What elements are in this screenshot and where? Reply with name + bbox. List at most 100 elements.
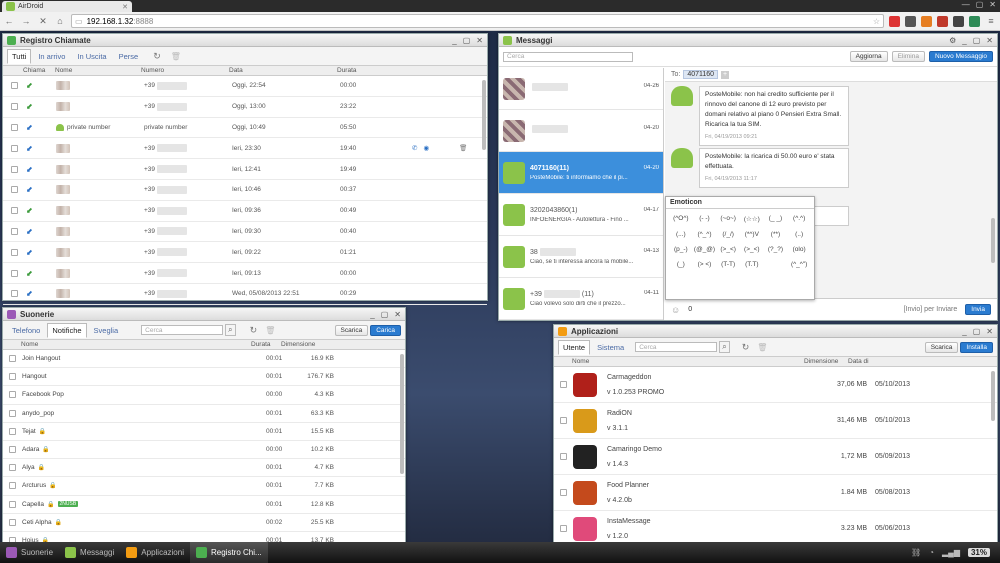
col-nome[interactable]: Nome: [53, 67, 141, 74]
row-checkbox[interactable]: [11, 290, 18, 298]
emoticon-item[interactable]: (*^)V: [740, 231, 764, 238]
row-checkbox[interactable]: [9, 355, 16, 363]
row-checkbox[interactable]: [560, 381, 567, 388]
call-back-icon[interactable]: ✆: [412, 144, 417, 152]
table-row[interactable]: ⬋ +39 Ieri, 23:30 19:40 ✆ ◉ 🗑: [3, 138, 487, 160]
maximize-icon[interactable]: ▢: [976, 0, 984, 12]
table-row[interactable]: ⬋ private number private number Oggi, 10:49…: [3, 118, 487, 139]
row-checkbox[interactable]: [11, 227, 18, 235]
tab-in-uscita[interactable]: In Uscita: [72, 49, 111, 64]
row-checkbox[interactable]: [11, 186, 18, 194]
row-checkbox[interactable]: [11, 144, 18, 152]
close-tab-icon[interactable]: ✕: [122, 3, 128, 11]
elimina-button[interactable]: Elimina: [891, 51, 925, 62]
table-row[interactable]: ⬋ +39 Wed, 05/08/2013 22:51 00:29: [3, 284, 487, 305]
apps-search-input[interactable]: Cerca: [635, 342, 718, 352]
emoticon-item[interactable]: (^_^): [693, 231, 717, 238]
col-numero[interactable]: Numero: [141, 67, 229, 74]
row-checkbox[interactable]: [560, 489, 567, 496]
ringtones-scrollbar[interactable]: [400, 354, 404, 474]
search-icon[interactable]: ⌕: [225, 324, 236, 336]
emoticon-item[interactable]: (_): [669, 261, 693, 268]
row-checkbox[interactable]: [9, 391, 16, 399]
minimize-icon[interactable]: —: [962, 0, 970, 12]
maximize-icon[interactable]: ▢: [463, 36, 471, 45]
table-row[interactable]: ⬋ +39 Ieri, 09:30 00:40: [3, 222, 487, 243]
taskbar-applicazioni[interactable]: Applicazioni: [120, 542, 190, 563]
col-nome[interactable]: Nome: [554, 358, 804, 365]
minimize-icon[interactable]: _: [962, 327, 966, 336]
refresh-icon[interactable]: ↻: [742, 342, 750, 353]
message-bubble[interactable]: PosteMobile: la ricarica di 50.00 euro e…: [699, 148, 849, 188]
extension-icon[interactable]: [905, 15, 916, 27]
gmail-extension-icon[interactable]: [889, 15, 900, 27]
install-button[interactable]: Installa: [960, 341, 993, 353]
list-item[interactable]: Facebook Pop 00:00 4.3 KB: [3, 386, 405, 405]
col-durata[interactable]: Durata: [337, 67, 357, 74]
thread-item[interactable]: 04-20: [499, 110, 663, 152]
emoticon-item[interactable]: (☆☆): [740, 215, 764, 223]
emoticon-icon[interactable]: ☺: [671, 305, 680, 315]
row-checkbox[interactable]: [9, 500, 16, 508]
extension-icon[interactable]: [937, 15, 948, 27]
emoticon-item[interactable]: (/_/): [716, 231, 740, 238]
search-icon[interactable]: ⌕: [719, 341, 730, 353]
list-item[interactable]: Ceti Alpha 🔒 00:02 25.5 KB: [3, 514, 405, 532]
row-checkbox[interactable]: [11, 248, 18, 256]
forward-icon[interactable]: →: [20, 15, 32, 27]
maximize-icon[interactable]: ▢: [381, 310, 389, 319]
trash-icon[interactable]: 🗑: [171, 52, 181, 61]
emoticon-item[interactable]: (^_^"): [787, 261, 811, 268]
row-checkbox[interactable]: [9, 518, 16, 526]
row-checkbox[interactable]: [9, 446, 16, 454]
emoticon-item[interactable]: (^O^): [669, 215, 693, 223]
list-item[interactable]: Join Hangout 00:01 16.9 KB: [3, 350, 405, 369]
close-icon[interactable]: ✕: [986, 327, 993, 336]
emoticon-item[interactable]: (p_-): [669, 246, 693, 253]
emoticon-item[interactable]: (>_<): [740, 246, 764, 253]
table-row[interactable]: ⬋ +39 Ieri, 10:46 00:37: [3, 180, 487, 201]
emoticon-item[interactable]: (T-T): [716, 261, 740, 268]
new-message-button[interactable]: Nuovo Messaggio: [928, 51, 993, 62]
list-item[interactable]: Alya 🔒 00:01 4.7 KB: [3, 459, 405, 478]
emoticon-item[interactable]: (- -): [693, 215, 717, 223]
close-icon[interactable]: ✕: [986, 36, 993, 45]
col-data[interactable]: Data: [229, 67, 337, 74]
minimize-icon[interactable]: _: [370, 310, 374, 319]
row-checkbox[interactable]: [11, 269, 18, 277]
apps-scrollbar[interactable]: [991, 371, 995, 421]
row-checkbox[interactable]: [560, 453, 567, 460]
col-dimensione[interactable]: Dimensione: [804, 358, 848, 365]
table-row[interactable]: Carmageddon v 1.0.253 PROMO 37,06 MB 05/10/…: [554, 367, 997, 403]
list-item[interactable]: anydo_pop 00:01 63.3 KB: [3, 405, 405, 423]
close-icon[interactable]: ✕: [394, 310, 401, 319]
row-checkbox[interactable]: [9, 373, 16, 381]
table-row[interactable]: ⬋ +39 Oggi, 13:00 23:22: [3, 97, 487, 118]
emoticon-item[interactable]: (?_?): [764, 246, 788, 253]
row-checkbox[interactable]: [11, 103, 18, 111]
back-icon[interactable]: ←: [3, 15, 15, 27]
trash-icon[interactable]: 🗑: [265, 326, 275, 335]
taskbar-registro[interactable]: Registro Chi...: [189, 542, 268, 563]
row-checkbox[interactable]: [11, 82, 18, 90]
upload-button[interactable]: Carica: [370, 324, 401, 336]
row-checkbox[interactable]: [11, 165, 18, 173]
taskbar-suonerie[interactable]: Suonerie: [0, 542, 59, 563]
calls-scrollbar[interactable]: [482, 80, 486, 150]
taskbar-messaggi[interactable]: Messaggi: [59, 542, 120, 563]
list-item[interactable]: Arcturus 🔒 00:01 7.7 KB: [3, 477, 405, 496]
col-durata[interactable]: Durata: [251, 341, 281, 348]
emoticon-item[interactable]: (> <): [693, 261, 717, 268]
row-checkbox[interactable]: [9, 482, 16, 490]
row-checkbox[interactable]: [9, 409, 16, 417]
trash-icon[interactable]: 🗑: [757, 343, 767, 352]
tab-tutti[interactable]: Tutti: [7, 48, 32, 64]
stop-icon[interactable]: ✕: [37, 15, 49, 27]
table-row[interactable]: ⬋ +39 Oggi, 22:54 00:00: [3, 76, 487, 97]
col-nome[interactable]: Nome: [3, 341, 251, 348]
row-checkbox[interactable]: [9, 427, 16, 435]
thread-item[interactable]: 38 04-13 Ciao, se ti interessa ancora la m…: [499, 236, 663, 278]
refresh-icon[interactable]: ↻: [250, 325, 258, 336]
message-bubble[interactable]: PosteMobile: non hai credito sufficiente…: [699, 86, 849, 146]
ringtone-search-input[interactable]: Cerca: [141, 325, 224, 335]
